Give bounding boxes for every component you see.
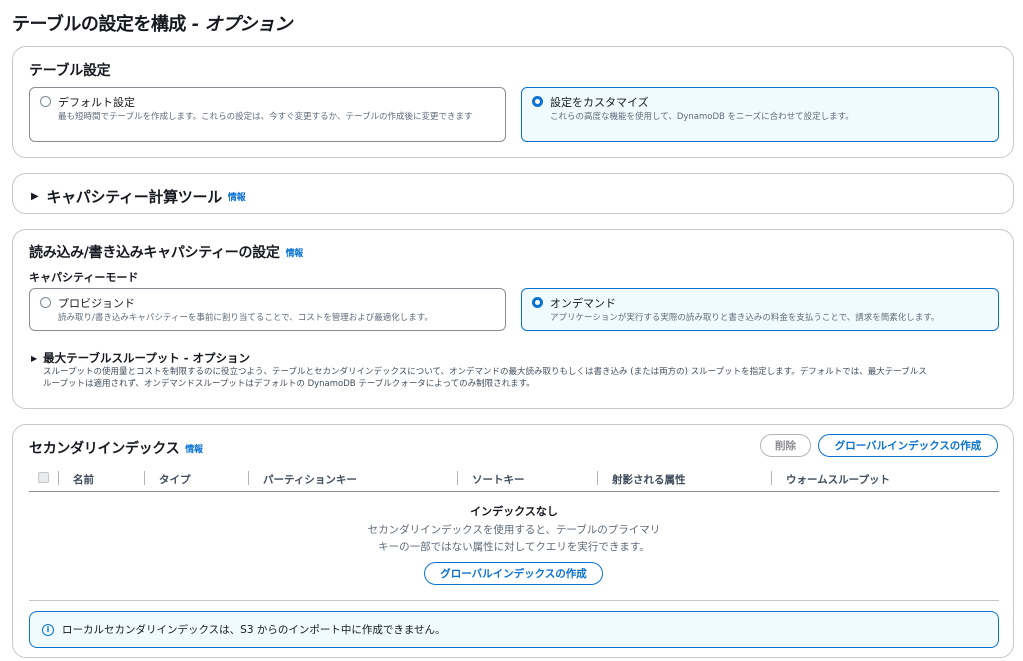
empty-state-create-global-index-button[interactable]: グローバルインデックスの作成	[424, 562, 603, 585]
provisioned-desc: 読み取り/書き込みキャパシティーを事前に割り当てることで、コストを管理および最適…	[58, 313, 433, 323]
rw-capacity-header: 読み込み/書き込みキャパシティーの設定 情報	[29, 242, 303, 262]
info-alert: i ローカルセカンダリインデックスは、S3 からのインポート中に作成できません。	[29, 611, 999, 648]
secondary-indexes-panel: セカンダリインデックス 情報 削除 グローバルインデックスの作成 名前 タイプ …	[12, 424, 1014, 658]
column-header-projected-attributes[interactable]: 射影される属性	[612, 472, 686, 487]
customize-settings-desc: これらの高度な機能を使用して、DynamoDB をニーズに合わせて設定します。	[550, 112, 854, 122]
empty-state-line-2: キーの一部ではない属性に対してクエリを実行できます。	[378, 541, 650, 553]
provisioned-radio[interactable]	[40, 297, 51, 308]
on-demand-label: オンデマンド	[550, 297, 616, 310]
max-throughput-header[interactable]: ▶ 最大テーブルスループット - オプション	[31, 350, 250, 366]
table-header-divider	[29, 491, 999, 492]
column-header-type[interactable]: タイプ	[159, 472, 191, 487]
column-header-warm-throughput[interactable]: ウォームスループット	[786, 472, 890, 487]
customize-settings-label: 設定をカスタマイズ	[550, 96, 649, 109]
delete-button[interactable]: 削除	[760, 434, 811, 457]
expand-caret-icon[interactable]: ▶	[31, 191, 39, 202]
page-title: テーブルの設定を構成 - オプション	[12, 10, 292, 36]
page-title-option: オプション	[204, 14, 292, 35]
secondary-indexes-info-link[interactable]: 情報	[185, 442, 203, 455]
table-settings-heading: テーブル設定	[29, 63, 111, 79]
column-divider	[457, 471, 458, 485]
create-global-index-button[interactable]: グローバルインデックスの作成	[818, 434, 998, 457]
column-divider	[248, 471, 249, 485]
page-title-main: テーブルの設定を構成	[12, 14, 186, 35]
rw-capacity-heading: 読み込み/書き込みキャパシティーの設定	[29, 245, 280, 261]
capacity-calculator-header[interactable]: ▶ キャパシティー計算ツール 情報	[31, 186, 246, 207]
capacity-calculator-heading: キャパシティー計算ツール	[46, 188, 222, 206]
on-demand-option[interactable]: オンデマンド アプリケーションが実行する実際の読み取りと書き込みの料金を支払うこ…	[521, 288, 999, 331]
column-header-partition-key[interactable]: パーティションキー	[263, 472, 357, 487]
empty-state-line-1: セカンダリインデックスを使用すると、テーブルのプライマリ	[367, 524, 661, 536]
max-throughput-caret-icon[interactable]: ▶	[31, 354, 37, 363]
column-header-name[interactable]: 名前	[73, 472, 94, 487]
rw-capacity-panel: 読み込み/書き込みキャパシティーの設定 情報 キャパシティーモード プロビジョン…	[12, 229, 1014, 409]
column-divider	[771, 471, 772, 485]
max-throughput-desc-2: ループットは適用されず、オンデマンドスループットはデフォルトの DynamoDB…	[43, 379, 535, 389]
capacity-calculator-panel[interactable]: ▶ キャパシティー計算ツール 情報	[12, 173, 1014, 214]
max-throughput-desc-1: スループットの使用量とコストを制限するのに役立つよう、テーブルとセカンダリインデ…	[43, 367, 927, 377]
info-alert-text: ローカルセカンダリインデックスは、S3 からのインポート中に作成できません。	[62, 624, 446, 636]
default-settings-radio[interactable]	[40, 96, 51, 107]
customize-settings-radio[interactable]	[532, 96, 543, 107]
secondary-indexes-heading: セカンダリインデックス	[29, 441, 180, 457]
empty-state: インデックスなし セカンダリインデックスを使用すると、テーブルのプライマリ キー…	[29, 503, 999, 554]
max-throughput-heading: 最大テーブルスループット - オプション	[43, 351, 251, 365]
empty-state-title: インデックスなし	[470, 505, 558, 518]
on-demand-radio[interactable]	[532, 297, 543, 308]
column-divider	[144, 471, 145, 485]
default-settings-option[interactable]: デフォルト設定 最も短時間でテーブルを作成します。これらの設定は、今すぐ変更する…	[29, 87, 506, 142]
empty-state-divider	[29, 600, 999, 601]
column-header-sort-key[interactable]: ソートキー	[472, 472, 525, 487]
info-icon: i	[42, 623, 54, 636]
capacity-calculator-info-link[interactable]: 情報	[228, 190, 246, 203]
column-divider	[58, 471, 59, 485]
select-all-checkbox[interactable]	[38, 472, 49, 483]
table-settings-panel: テーブル設定 デフォルト設定 最も短時間でテーブルを作成します。これらの設定は、…	[12, 46, 1014, 158]
column-divider	[597, 471, 598, 485]
rw-capacity-info-link[interactable]: 情報	[286, 246, 304, 259]
default-settings-label: デフォルト設定	[58, 96, 135, 109]
default-settings-desc: 最も短時間でテーブルを作成します。これらの設定は、今すぐ変更するか、テーブルの作…	[58, 112, 473, 122]
on-demand-desc: アプリケーションが実行する実際の読み取りと書き込みの料金を支払うことで、請求を簡…	[550, 313, 940, 323]
secondary-indexes-header: セカンダリインデックス 情報	[29, 438, 203, 458]
provisioned-label: プロビジョンド	[58, 297, 135, 310]
capacity-mode-label: キャパシティーモード	[29, 271, 139, 284]
provisioned-option[interactable]: プロビジョンド 読み取り/書き込みキャパシティーを事前に割り当てることで、コスト…	[29, 288, 506, 331]
customize-settings-option[interactable]: 設定をカスタマイズ これらの高度な機能を使用して、DynamoDB をニーズに合…	[521, 87, 999, 142]
page-title-sep: -	[185, 14, 205, 35]
